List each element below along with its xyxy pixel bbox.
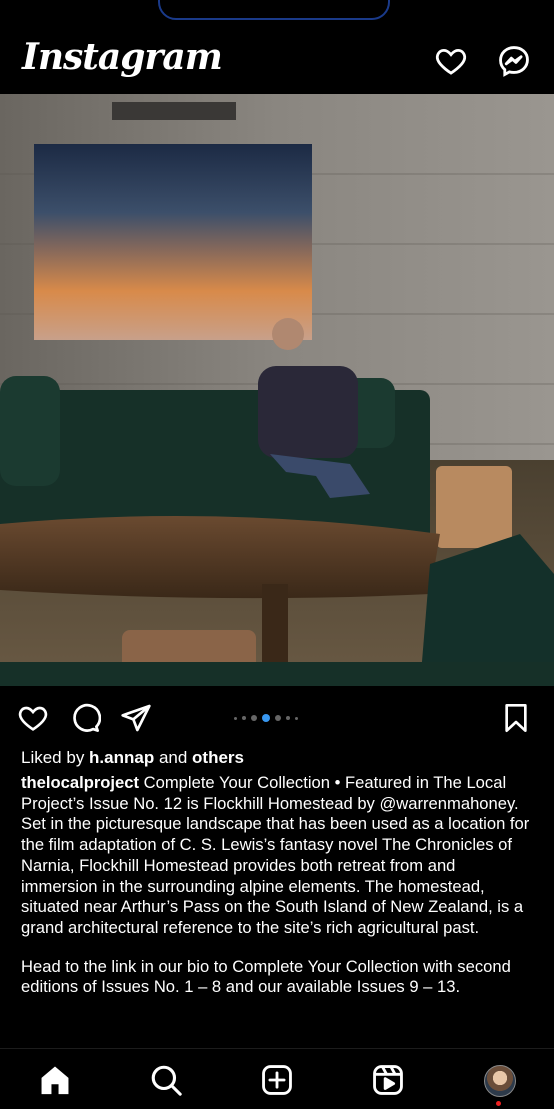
liked-by-line: Liked by h.annap and others — [21, 748, 244, 768]
post-actions-bar — [0, 690, 554, 744]
profile-avatar[interactable] — [484, 1065, 516, 1097]
post-caption: thelocalproject Complete Your Collection… — [21, 773, 535, 1016]
carousel-indicator — [234, 714, 298, 722]
carousel-dot — [275, 715, 281, 721]
liked-by-user-link[interactable]: h.annap — [89, 748, 154, 767]
liked-by-and: and — [154, 748, 193, 767]
carousel-dot — [295, 716, 298, 720]
bookmark-icon[interactable] — [500, 702, 532, 734]
caption-username[interactable]: thelocalproject — [21, 773, 139, 792]
carousel-dot-active — [262, 714, 270, 722]
home-icon[interactable] — [38, 1063, 72, 1097]
carousel-dot — [251, 715, 257, 721]
heart-icon[interactable] — [434, 44, 468, 78]
liked-by-prefix: Liked by — [21, 748, 90, 767]
status-bar — [0, 0, 554, 28]
instagram-logo[interactable]: Instagram — [22, 36, 223, 78]
app-header: Instagram — [0, 28, 554, 94]
reels-icon[interactable] — [371, 1063, 405, 1097]
caption-paragraph-2: Head to the link in our bio to Complete … — [21, 956, 511, 997]
share-icon[interactable] — [120, 702, 152, 734]
caption-text: Complete Your Collection • Featured in T… — [21, 773, 530, 937]
post-photo[interactable] — [0, 94, 554, 686]
messenger-icon[interactable] — [497, 44, 531, 78]
comment-icon[interactable] — [69, 702, 101, 734]
carousel-dot — [286, 716, 290, 720]
search-icon[interactable] — [149, 1063, 183, 1097]
like-heart-icon[interactable] — [17, 702, 49, 734]
dynamic-island — [158, 0, 390, 20]
create-post-icon[interactable] — [260, 1063, 294, 1097]
post-image — [0, 94, 554, 686]
notification-dot — [496, 1101, 501, 1106]
caption-paragraph-1: thelocalproject Complete Your Collection… — [21, 773, 535, 939]
liked-by-others-link[interactable]: others — [192, 748, 244, 767]
carousel-dot — [242, 716, 246, 720]
carousel-dot — [234, 716, 237, 720]
bottom-tab-bar — [0, 1048, 554, 1109]
